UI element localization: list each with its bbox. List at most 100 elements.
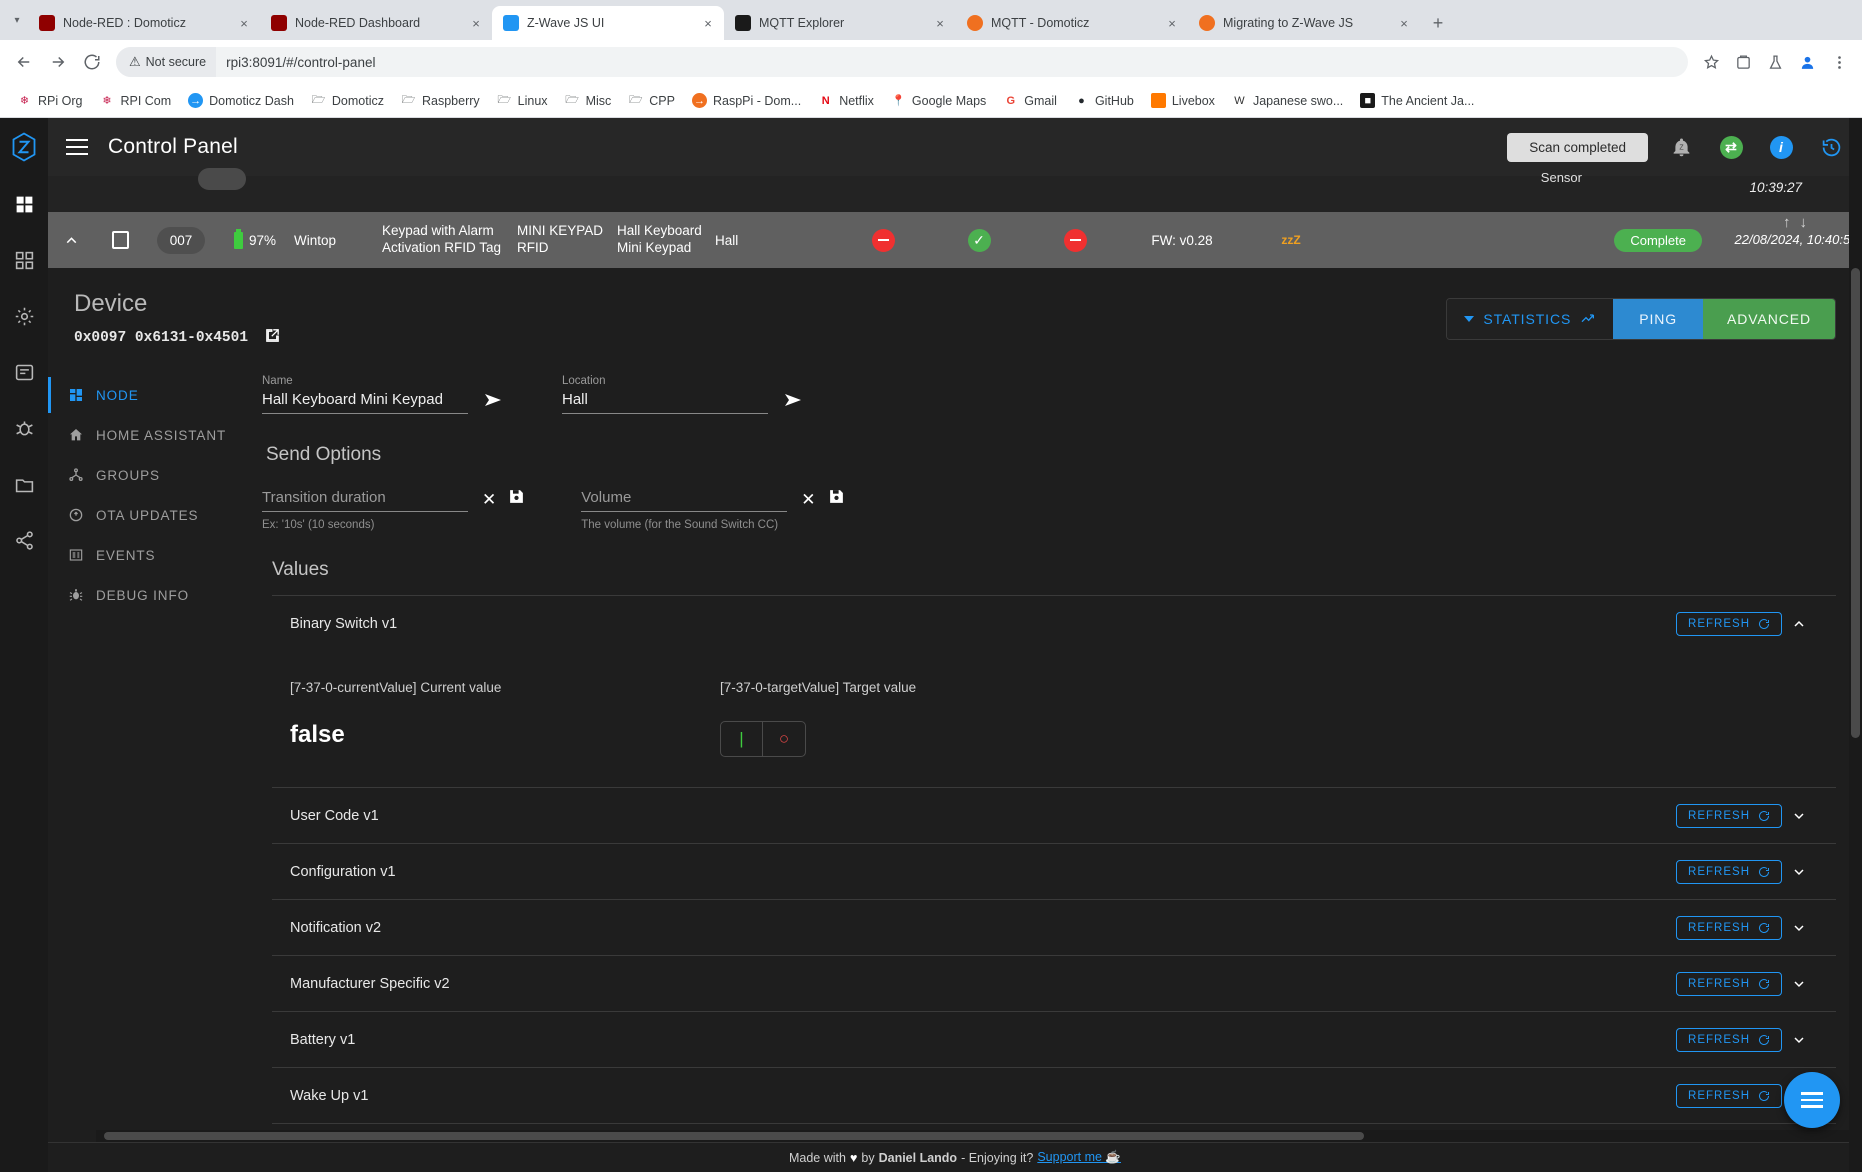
labs-icon[interactable] <box>1760 47 1790 77</box>
floating-action-button[interactable] <box>1784 1072 1840 1128</box>
command-class-row[interactable]: Manufacturer Specific v2 REFRESH <box>272 956 1836 1012</box>
bookmark-livebox[interactable]: Livebox <box>1144 90 1222 111</box>
horizontal-scrollbar[interactable] <box>96 1130 1849 1142</box>
support-link[interactable]: Support me ☕ <box>1037 1150 1121 1165</box>
transition-duration-field[interactable]: Transition duration <box>262 489 468 512</box>
notifications-off-icon[interactable]: Z <box>1664 130 1698 164</box>
browser-tab-3[interactable]: MQTT Explorer × <box>724 6 956 40</box>
bookmark-folder-raspberry[interactable]: 🗁 Raspberry <box>394 90 487 111</box>
clear-transition-icon[interactable]: ✕ <box>482 491 496 508</box>
location-input[interactable]: Hall <box>562 391 768 414</box>
command-class-row[interactable]: Configuration v1 REFRESH <box>272 844 1836 900</box>
history-icon[interactable] <box>1814 130 1848 164</box>
zwave-logo-icon[interactable] <box>0 118 48 176</box>
back-icon[interactable] <box>8 46 40 78</box>
command-class-row[interactable]: Wake Up v1 REFRESH <box>272 1068 1836 1124</box>
name-field[interactable]: Name Hall Keyboard Mini Keypad <box>262 375 468 414</box>
sidebar-item-settings[interactable] <box>0 288 48 344</box>
chevron-up-icon[interactable] <box>1782 616 1816 632</box>
open-external-icon[interactable] <box>264 327 281 349</box>
refresh-button[interactable]: REFRESH <box>1676 915 1782 940</box>
browser-tab-5[interactable]: Migrating to Z-Wave JS × <box>1188 6 1420 40</box>
bookmark-japanese-sword[interactable]: W Japanese swo... <box>1225 90 1350 111</box>
scan-status-chip[interactable]: Scan completed <box>1507 132 1648 162</box>
tab-ota-updates[interactable]: OTA UPDATES <box>48 495 246 535</box>
command-class-row[interactable]: User Code v1 REFRESH <box>272 788 1836 844</box>
row-collapse-icon[interactable] <box>48 232 94 249</box>
tab-events[interactable]: EVENTS <box>48 535 246 575</box>
info-icon[interactable]: i <box>1764 130 1798 164</box>
browser-tab-1[interactable]: Node-RED Dashboard × <box>260 6 492 40</box>
extensions-icon[interactable] <box>1728 47 1758 77</box>
bookmark-ancient-ja[interactable]: ■ The Ancient Ja... <box>1353 90 1481 111</box>
save-transition-icon[interactable] <box>508 488 525 510</box>
save-volume-icon[interactable] <box>828 488 845 510</box>
chevron-down-icon[interactable] <box>1782 808 1816 824</box>
close-icon[interactable]: × <box>1396 15 1412 31</box>
bookmark-github[interactable]: ● GitHub <box>1067 90 1141 111</box>
browser-tab-2[interactable]: Z-Wave JS UI × <box>492 6 724 40</box>
address-bar[interactable]: ⚠ Not secure rpi3:8091/#/control-panel <box>116 47 1688 77</box>
bookmark-folder-linux[interactable]: 🗁 Linux <box>490 90 555 111</box>
chevron-down-icon[interactable] <box>1782 1032 1816 1048</box>
advanced-button[interactable]: ADVANCED <box>1703 299 1835 339</box>
sidebar-item-mesh[interactable] <box>0 232 48 288</box>
sidebar-item-debug[interactable] <box>0 400 48 456</box>
ping-button[interactable]: PING <box>1613 299 1704 339</box>
tab-debug-info[interactable]: DEBUG INFO <box>48 575 246 615</box>
target-value-toggle[interactable]: | ○ <box>720 721 806 757</box>
sort-arrows-icon[interactable]: ↑↓ <box>1783 214 1816 231</box>
menu-icon[interactable] <box>66 134 92 160</box>
bookmark-netflix[interactable]: N Netflix <box>811 90 881 111</box>
bookmark-folder-misc[interactable]: 🗁 Misc <box>558 90 619 111</box>
send-name-button[interactable] <box>482 388 506 412</box>
volume-input[interactable]: Volume <box>581 489 788 512</box>
name-input[interactable]: Hall Keyboard Mini Keypad <box>262 391 468 414</box>
send-location-button[interactable] <box>782 388 806 412</box>
bookmark-rasppi-dom[interactable]: → RaspPi - Dom... <box>685 90 808 111</box>
chrome-menu-icon[interactable] <box>1824 47 1854 77</box>
toggle-off-button[interactable]: ○ <box>763 722 805 756</box>
close-icon[interactable]: × <box>1164 15 1180 31</box>
node-table-row[interactable]: 007 97% Wintop Keypad with Alarm Activat… <box>48 212 1862 268</box>
sidebar-item-dashboard[interactable] <box>0 176 48 232</box>
refresh-button[interactable]: REFRESH <box>1676 612 1782 636</box>
volume-field[interactable]: Volume <box>581 489 788 512</box>
vertical-scrollbar[interactable] <box>1849 118 1862 1172</box>
chevron-down-icon[interactable] <box>1782 864 1816 880</box>
bookmark-rpi-org[interactable]: ❄ RPi Org <box>10 90 89 111</box>
row-checkbox[interactable] <box>94 231 146 249</box>
reload-icon[interactable] <box>76 46 108 78</box>
command-class-row[interactable]: Battery v1 REFRESH <box>272 1012 1836 1068</box>
chevron-down-icon[interactable] <box>1782 920 1816 936</box>
close-icon[interactable]: × <box>468 15 484 31</box>
bookmark-gmail[interactable]: G Gmail <box>996 90 1064 111</box>
refresh-button[interactable]: REFRESH <box>1676 1027 1782 1052</box>
close-icon[interactable]: × <box>236 15 252 31</box>
refresh-button[interactable]: REFRESH <box>1676 859 1782 884</box>
browser-tab-4[interactable]: MQTT - Domoticz × <box>956 6 1188 40</box>
refresh-button[interactable]: REFRESH <box>1676 1083 1782 1108</box>
location-field[interactable]: Location Hall <box>562 375 768 414</box>
tab-node[interactable]: NODE <box>48 375 246 415</box>
new-tab-button[interactable]: + <box>1424 9 1452 37</box>
tab-groups[interactable]: GROUPS <box>48 455 246 495</box>
command-class-header[interactable]: Binary Switch v1 REFRESH <box>272 596 1836 652</box>
bookmark-folder-domoticz[interactable]: 🗁 Domoticz <box>304 90 391 111</box>
close-icon[interactable]: × <box>932 15 948 31</box>
toggle-on-button[interactable]: | <box>721 722 763 756</box>
bookmark-rpi-com[interactable]: ❄ RPI Com <box>92 90 178 111</box>
close-icon[interactable]: × <box>700 15 716 31</box>
transition-duration-input[interactable]: Transition duration <box>262 489 468 512</box>
profile-icon[interactable] <box>1792 47 1822 77</box>
chevron-down-icon[interactable] <box>1782 976 1816 992</box>
forward-icon[interactable] <box>42 46 74 78</box>
bookmark-google-maps[interactable]: 📍 Google Maps <box>884 90 993 111</box>
refresh-button[interactable]: REFRESH <box>1676 803 1782 828</box>
bookmark-star-icon[interactable] <box>1696 47 1726 77</box>
command-class-row[interactable]: Notification v2 REFRESH <box>272 900 1836 956</box>
tab-home-assistant[interactable]: HOME ASSISTANT <box>48 415 246 455</box>
security-indicator[interactable]: ⚠ Not secure <box>116 47 217 77</box>
refresh-button[interactable]: REFRESH <box>1676 971 1782 996</box>
statistics-button[interactable]: STATISTICS <box>1447 299 1614 339</box>
